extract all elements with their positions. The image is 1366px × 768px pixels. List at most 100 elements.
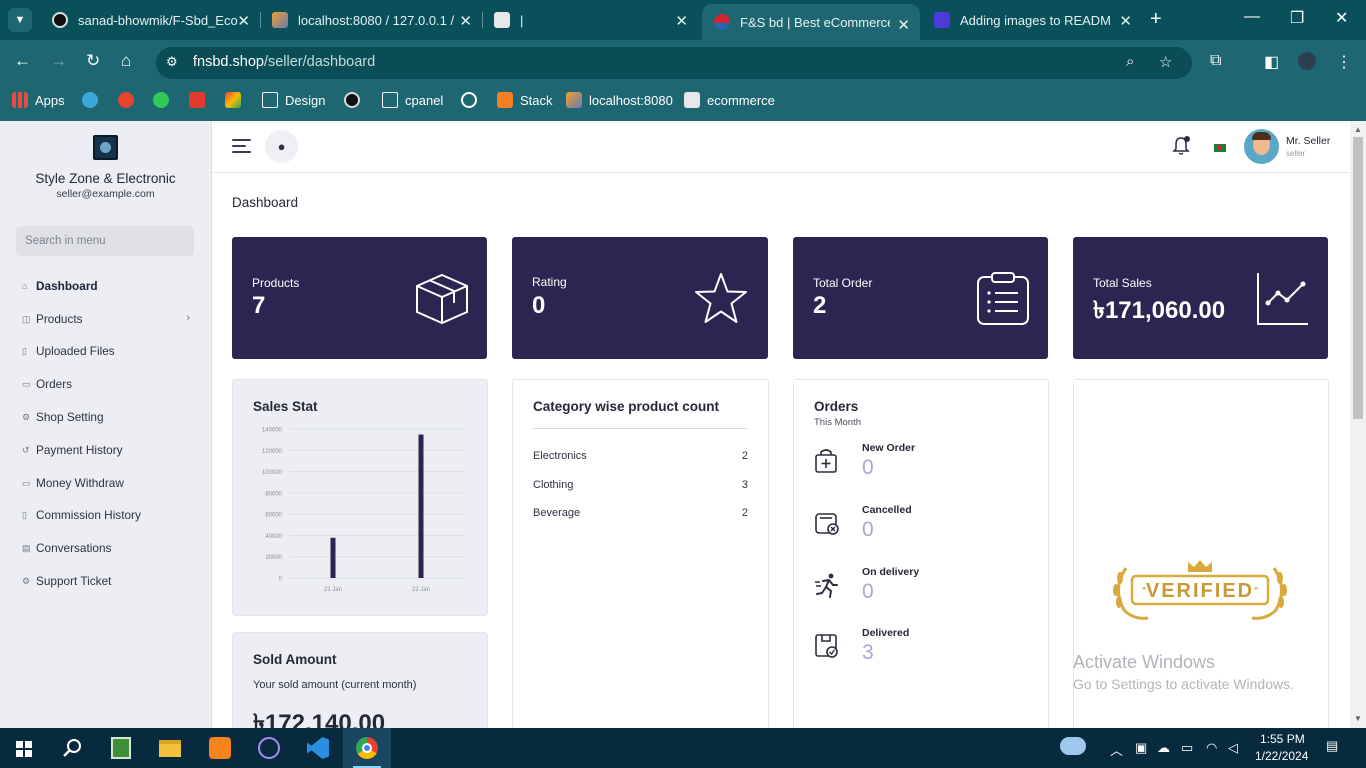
- stat-value: ৳171,060.00: [1093, 297, 1226, 324]
- bookmark-icon-1[interactable]: [82, 92, 105, 108]
- home-icon[interactable]: ⌂: [121, 51, 131, 71]
- menu-search-input[interactable]: [16, 226, 194, 256]
- profile-avatar[interactable]: [1298, 52, 1316, 70]
- address-bar[interactable]: ⚙ fnsbd.shop/seller/dashboard ⌕ ☆: [156, 47, 1192, 79]
- sidebar-item-dashboard[interactable]: ⌂ Dashboard: [22, 276, 192, 296]
- file-explorer-icon[interactable]: [147, 728, 195, 768]
- list-item: Electronics 2: [533, 450, 748, 462]
- stat-card-rating: Rating 0: [512, 237, 768, 359]
- bookmark-gmail[interactable]: [225, 92, 248, 108]
- notifications-icon[interactable]: ▤: [1326, 738, 1338, 754]
- terminal-icon: [934, 12, 950, 28]
- sidebar-item-payment-history[interactable]: ↺ Payment History: [22, 440, 192, 460]
- menu-toggle-icon[interactable]: [232, 139, 251, 153]
- x-tick-label: 22 Jan: [412, 587, 430, 593]
- scroll-thumb[interactable]: [1353, 137, 1363, 419]
- close-icon[interactable]: ✕: [675, 12, 688, 30]
- search-icon[interactable]: [48, 728, 96, 768]
- zoom-icon[interactable]: ⌕: [1126, 53, 1134, 70]
- close-icon[interactable]: ✕: [1119, 12, 1132, 30]
- orders-panel: Orders This Month New Order 0 Cancelled …: [793, 379, 1049, 739]
- page-scrollbar[interactable]: ▲ ▼: [1350, 121, 1366, 728]
- close-icon[interactable]: ✕: [459, 12, 472, 30]
- scroll-up-icon[interactable]: ▲: [1354, 125, 1362, 134]
- chevron-up-icon[interactable]: ︿: [1110, 740, 1123, 759]
- money-icon: ▭: [22, 378, 31, 389]
- verified-text: VERIFIED: [1146, 580, 1254, 602]
- restore-icon[interactable]: ❐: [1290, 8, 1304, 28]
- back-icon[interactable]: ←: [14, 51, 31, 71]
- orders-subtitle: This Month: [814, 417, 861, 428]
- onedrive-icon[interactable]: ☁: [1157, 740, 1170, 756]
- battery-icon[interactable]: ▭: [1181, 740, 1193, 756]
- page-topbar: ● Mr. Seller seller: [212, 121, 1350, 173]
- shop-email: seller@example.com: [56, 188, 155, 200]
- clock-time[interactable]: 1:55 PM: [1260, 732, 1305, 746]
- sidebar-item-orders[interactable]: ▭ Orders: [22, 374, 192, 394]
- xampp-icon[interactable]: [196, 728, 244, 768]
- minimize-icon[interactable]: —: [1244, 8, 1260, 26]
- sidebar-item-shop-setting[interactable]: ⚙ Shop Setting: [22, 407, 192, 427]
- tab-search-button[interactable]: ▼: [8, 8, 32, 32]
- viber-icon[interactable]: [245, 728, 293, 768]
- avatar[interactable]: [1244, 129, 1279, 164]
- bookmark-cpanel[interactable]: cpanel: [382, 92, 443, 108]
- browser-tab-blank[interactable]: | ✕: [482, 0, 698, 40]
- clock-date[interactable]: 1/22/2024: [1255, 749, 1308, 763]
- order-stat-value: 0: [862, 456, 874, 479]
- bookmark-ecommerce[interactable]: ecommerce: [684, 92, 775, 108]
- bookmark-apps[interactable]: Apps: [12, 92, 65, 108]
- vscode-icon[interactable]: [294, 728, 342, 768]
- menu-dots-icon[interactable]: ⋮: [1336, 52, 1352, 72]
- weather-icon[interactable]: [1060, 737, 1086, 755]
- sidebar-item-uploaded-files[interactable]: ▯ Uploaded Files: [22, 341, 192, 361]
- extensions-icon[interactable]: ⧉: [1210, 52, 1221, 70]
- browser-tab-github[interactable]: sanad-bhowmik/F-Sbd_Ecom ✕: [40, 0, 260, 40]
- shop-logo[interactable]: [93, 135, 118, 160]
- browser-tab-phpmyadmin[interactable]: localhost:8080 / 127.0.0.1 / d ✕: [260, 0, 482, 40]
- notification-dot: [1184, 136, 1190, 142]
- url-text[interactable]: fnsbd.shop/seller/dashboard: [193, 54, 375, 70]
- tray-app-icon[interactable]: ▣: [1135, 740, 1147, 756]
- gmail-icon: [225, 92, 241, 108]
- bookmark-design[interactable]: Design: [262, 92, 325, 108]
- close-icon[interactable]: ✕: [237, 12, 250, 30]
- sidebar-icon[interactable]: ◧: [1264, 52, 1279, 72]
- bookmark-star-icon[interactable]: ☆: [1159, 53, 1172, 71]
- forward-icon[interactable]: →: [50, 51, 67, 71]
- bug-icon: [118, 92, 134, 108]
- sidebar-item-support-ticket[interactable]: ⚙ Support Ticket: [22, 571, 192, 591]
- new-tab-icon[interactable]: +: [1150, 8, 1162, 31]
- chrome-icon[interactable]: [343, 728, 391, 768]
- window-close-icon[interactable]: ✕: [1335, 8, 1348, 28]
- bookmark-icon-4[interactable]: [189, 92, 212, 108]
- volume-icon[interactable]: ◁: [1228, 740, 1238, 756]
- bookmark-whatsapp[interactable]: [153, 92, 176, 108]
- order-stat-on-delivery: On delivery 0: [814, 566, 1024, 606]
- bookmark-localhost[interactable]: localhost:8080: [566, 92, 673, 108]
- sidebar-item-money-withdraw[interactable]: ▭ Money Withdraw: [22, 473, 192, 493]
- bookmark-github[interactable]: [344, 92, 367, 108]
- browser-tab-fnsbd[interactable]: F&S bd | Best eCommerce W ✕: [702, 4, 920, 40]
- reload-icon[interactable]: ↻: [86, 51, 100, 71]
- site-info-icon[interactable]: ⚙: [166, 54, 182, 70]
- scroll-down-icon[interactable]: ▼: [1354, 714, 1362, 723]
- browser-tab-readme[interactable]: Adding images to README. ✕: [922, 0, 1142, 40]
- windows-start-icon[interactable]: [0, 728, 48, 768]
- wifi-icon[interactable]: ◠: [1206, 740, 1217, 756]
- sidebar-item-commission-history[interactable]: ▯ Commission History: [22, 505, 192, 525]
- user-name[interactable]: Mr. Seller: [1286, 135, 1330, 147]
- bookmark-stack[interactable]: Stack: [497, 92, 553, 108]
- category-name: Clothing: [533, 479, 574, 491]
- order-stat-new: New Order 0: [814, 442, 1024, 482]
- spreadsheet-app-icon[interactable]: [98, 728, 146, 768]
- sidebar-item-conversations[interactable]: ▤ Conversations: [22, 538, 192, 558]
- bangladesh-flag-icon[interactable]: [1214, 144, 1226, 152]
- bookmark-icon-2[interactable]: [118, 92, 141, 108]
- sold-amount-subtitle: Your sold amount (current month): [253, 679, 417, 691]
- close-icon[interactable]: ✕: [897, 16, 910, 34]
- globe-icon[interactable]: ●: [265, 130, 298, 163]
- order-stat-label: Delivered: [862, 627, 910, 639]
- sidebar-item-products[interactable]: ◫ Products ›: [22, 309, 192, 329]
- bookmark-openai[interactable]: [461, 92, 484, 108]
